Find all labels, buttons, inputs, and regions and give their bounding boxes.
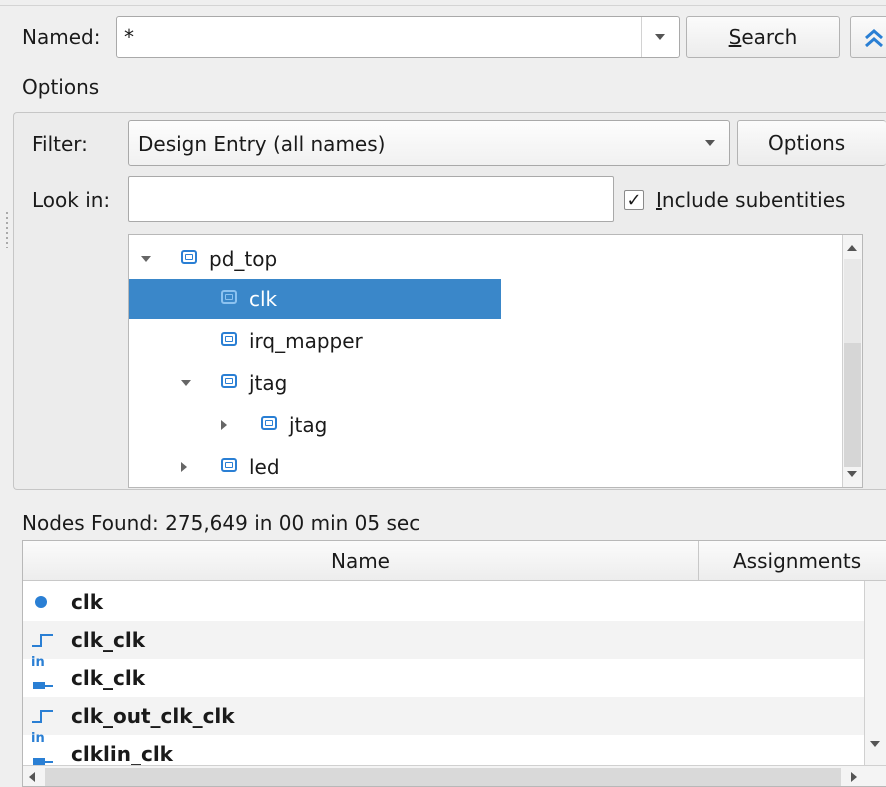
- chevron-down-icon[interactable]: [691, 121, 729, 165]
- tree-item-label: irq_mapper: [249, 329, 363, 353]
- scroll-up-icon[interactable]: [847, 245, 857, 251]
- scroll-down-icon[interactable]: [870, 741, 880, 747]
- tree-item-label: led: [249, 455, 280, 479]
- include-subentities-checkbox[interactable]: ✓: [624, 190, 644, 211]
- search-button-label: earch: [741, 25, 798, 49]
- table-row[interactable]: clk_out_clk_clk: [23, 697, 865, 735]
- tree-item-irq-mapper[interactable]: irq_mapper: [129, 321, 862, 361]
- search-button-mnemonic: S: [728, 25, 742, 49]
- tree-item-label: jtag: [289, 413, 328, 437]
- results-vertical-scrollbar[interactable]: [864, 581, 886, 765]
- include-subentities-text: nclude subentities: [661, 188, 846, 212]
- entity-icon: [181, 250, 197, 264]
- entity-icon: [221, 374, 237, 388]
- entity-icon: [221, 332, 237, 346]
- tree-vertical-scrollbar[interactable]: [842, 235, 862, 487]
- double-chevron-up-icon: [865, 29, 883, 48]
- dot-icon: [31, 583, 59, 621]
- search-button[interactable]: Search: [686, 16, 840, 58]
- chevron-down-icon[interactable]: [641, 17, 679, 57]
- tree-item-clk[interactable]: clk: [129, 279, 501, 319]
- input-pin-icon: in: [31, 655, 59, 697]
- entity-icon: [221, 458, 237, 472]
- node-name: clk: [71, 590, 104, 614]
- tree-item-pd-top[interactable]: pd_top: [129, 239, 862, 279]
- named-combobox[interactable]: *: [116, 16, 680, 58]
- collapse-arrow-icon[interactable]: [221, 405, 227, 445]
- filter-value: Design Entry (all names): [138, 132, 386, 156]
- table-row[interactable]: clk: [23, 583, 865, 621]
- splitter-handle[interactable]: [6, 212, 8, 248]
- scroll-track[interactable]: [844, 259, 861, 343]
- named-input-value[interactable]: *: [124, 24, 134, 50]
- scroll-left-icon[interactable]: [29, 772, 35, 782]
- scroll-right-icon[interactable]: [851, 772, 857, 782]
- hierarchy-tree[interactable]: pd_top clk irq_mapper jtag jtag led: [128, 234, 863, 488]
- collapse-options-button[interactable]: [850, 16, 886, 58]
- named-label: Named:: [22, 25, 101, 49]
- tree-item-jtag-child[interactable]: jtag: [129, 405, 862, 445]
- nodes-found-status: Nodes Found: 275,649 in 00 min 05 sec: [22, 511, 421, 535]
- tree-item-label: jtag: [249, 371, 288, 395]
- node-name: clk_clk: [71, 628, 146, 652]
- collapse-arrow-icon[interactable]: [181, 447, 187, 487]
- expand-arrow-icon[interactable]: [181, 363, 191, 403]
- table-row[interactable]: in clk_clk: [23, 655, 865, 697]
- column-header-name[interactable]: Name: [23, 541, 699, 581]
- node-name: clk_clk: [71, 666, 146, 690]
- options-button[interactable]: Options: [737, 120, 886, 166]
- horizontal-scroll-thumb[interactable]: [45, 768, 841, 786]
- tree-item-led[interactable]: led: [129, 447, 862, 487]
- expand-arrow-icon[interactable]: [141, 239, 151, 279]
- table-row[interactable]: clk_clk: [23, 621, 865, 659]
- tree-item-label: clk: [249, 287, 278, 311]
- filter-label: Filter:: [32, 132, 88, 156]
- look-in-label: Look in:: [32, 188, 111, 212]
- scroll-down-icon[interactable]: [847, 471, 857, 477]
- node-name: clk_out_clk_clk: [71, 704, 235, 728]
- include-subentities-label[interactable]: Include subentities: [656, 187, 845, 213]
- options-section-label: Options: [22, 75, 100, 99]
- entity-icon: [261, 416, 277, 430]
- results-table[interactable]: Name Assignments clk clk_clk in clk_clk …: [22, 540, 886, 787]
- column-header-assignments[interactable]: Assignments: [699, 541, 886, 581]
- entity-icon: [221, 290, 237, 304]
- input-pin-glyph: in: [31, 731, 45, 746]
- tree-item-label: pd_top: [209, 247, 278, 271]
- input-pin-glyph: in: [31, 655, 45, 670]
- scroll-thumb[interactable]: [844, 343, 861, 467]
- filter-dropdown[interactable]: Design Entry (all names): [128, 120, 730, 166]
- look-in-input[interactable]: [128, 176, 614, 222]
- tree-item-jtag[interactable]: jtag: [129, 363, 862, 403]
- top-divider: [0, 0, 886, 6]
- results-horizontal-scrollbar[interactable]: [23, 765, 886, 786]
